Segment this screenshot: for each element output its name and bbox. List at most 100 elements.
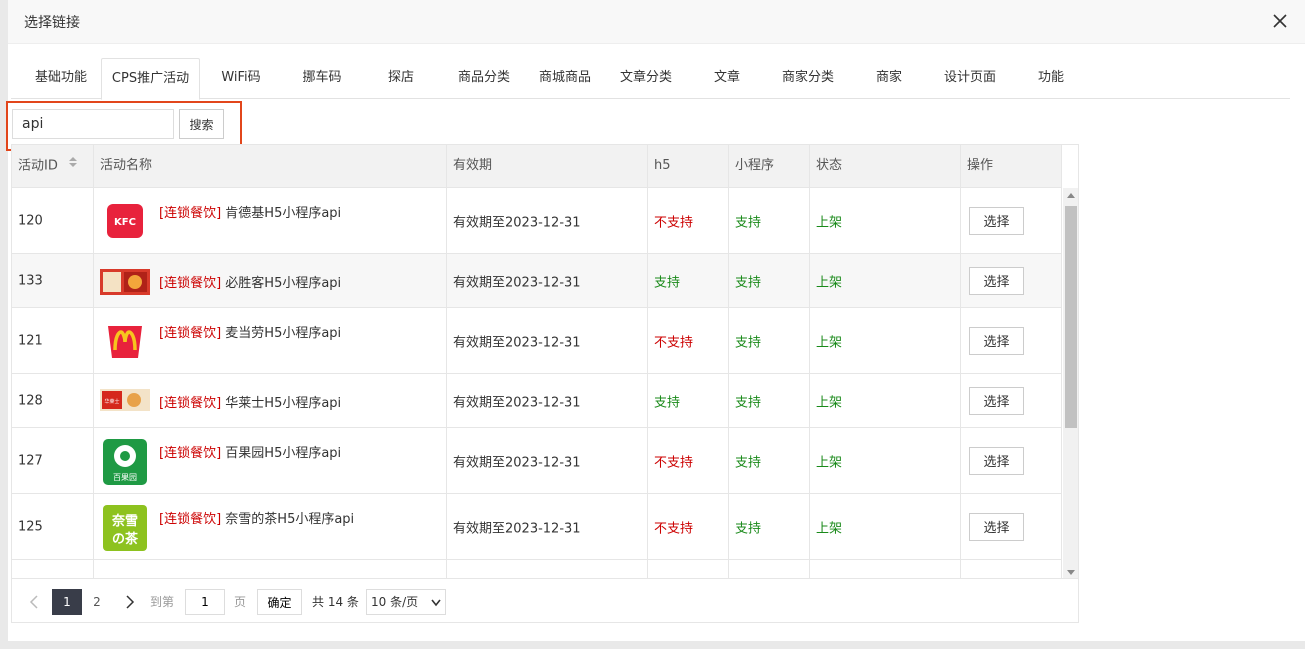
- mini-support: 支持: [735, 521, 762, 536]
- status-badge: 上架: [816, 215, 843, 230]
- svg-text:奈雪: 奈雪: [111, 513, 138, 529]
- mini-support: 支持: [735, 455, 762, 470]
- page-2[interactable]: 2: [82, 589, 112, 615]
- page-1[interactable]: 1: [52, 589, 82, 615]
- h5-support: 支持: [654, 395, 681, 410]
- activity-name: [连锁餐饮] 肯德基H5小程序api: [159, 206, 342, 221]
- header-id[interactable]: 活动ID: [12, 145, 94, 188]
- h5-support: 支持: [654, 275, 681, 290]
- activity-name: [连锁餐饮] 奈雪的茶H5小程序api: [159, 512, 355, 527]
- status-badge: 上架: [816, 455, 843, 470]
- tab-wifi[interactable]: WiFi码: [206, 58, 276, 99]
- per-page-select[interactable]: 10 条/页: [366, 589, 446, 615]
- validity: 有效期至2023-12-31: [453, 215, 581, 230]
- header-h5: h5: [648, 145, 729, 188]
- status-badge: 上架: [816, 335, 843, 350]
- mini-support: 支持: [735, 395, 762, 410]
- pizzahut-logo-icon: [100, 269, 150, 295]
- table-row: 121 [连锁餐饮] 麦当劳H5小程序api 有效期至2023-12-31 不支…: [12, 308, 1062, 374]
- tab-cps[interactable]: CPS推广活动: [101, 58, 200, 100]
- wallace-logo-icon: 华莱士: [100, 389, 150, 411]
- select-button[interactable]: 选择: [969, 326, 1024, 355]
- row-id: 128: [18, 393, 43, 408]
- table-row-partial: [12, 560, 1062, 578]
- h5-support: 不支持: [654, 455, 694, 470]
- header-action: 操作: [961, 145, 1062, 188]
- dialog-title: 选择链接: [24, 15, 80, 31]
- scroll-up-icon[interactable]: [1067, 193, 1075, 198]
- naixue-logo-icon: 奈雪 の茶: [103, 505, 147, 551]
- row-id: 125: [18, 519, 43, 534]
- close-icon[interactable]: [1269, 10, 1291, 32]
- select-button[interactable]: 选择: [969, 206, 1024, 235]
- next-page-icon[interactable]: [122, 589, 138, 615]
- status-badge: 上架: [816, 521, 843, 536]
- tab-move-car[interactable]: 挪车码: [286, 58, 358, 99]
- tab-basic[interactable]: 基础功能: [21, 58, 101, 99]
- pagination: 1 2 到第 页 确定 共 14 条 10 条/页: [11, 579, 1079, 623]
- select-button[interactable]: 选择: [969, 446, 1024, 475]
- scroll-down-icon[interactable]: [1067, 570, 1075, 575]
- h5-support: 不支持: [654, 215, 694, 230]
- tab-bar: 基础功能 CPS推广活动 WiFi码 挪车码 探店 商品分类 商城商品 文章分类…: [11, 58, 1290, 100]
- select-button[interactable]: 选择: [969, 266, 1024, 295]
- table-row: 120 KFC [连锁餐饮] 肯德基H5小程序api 有效期至2023-12-3…: [12, 188, 1062, 254]
- select-button[interactable]: 选择: [969, 386, 1024, 415]
- validity: 有效期至2023-12-31: [453, 455, 581, 470]
- validity: 有效期至2023-12-31: [453, 335, 581, 350]
- sort-icon[interactable]: [68, 145, 78, 187]
- tab-article[interactable]: 文章: [701, 58, 753, 99]
- row-id: 133: [18, 273, 43, 288]
- validity: 有效期至2023-12-31: [453, 521, 581, 536]
- status-badge: 上架: [816, 395, 843, 410]
- tab-function[interactable]: 功能: [1025, 58, 1077, 99]
- total-count: 共 14 条: [312, 595, 359, 609]
- svg-text:KFC: KFC: [114, 217, 136, 228]
- page-suffix: 页: [234, 595, 247, 609]
- tab-explore[interactable]: 探店: [371, 58, 431, 99]
- tab-goods-category[interactable]: 商品分类: [446, 58, 522, 99]
- tab-design-page[interactable]: 设计页面: [932, 58, 1008, 99]
- table-scrollbar[interactable]: [1063, 188, 1078, 578]
- prev-page-icon[interactable]: [26, 589, 42, 615]
- activity-name: [连锁餐饮] 华莱士H5小程序api: [159, 396, 342, 411]
- svg-text:百果园: 百果园: [113, 473, 137, 482]
- table-row: 127 百果园 [连锁餐饮] 百果园H5小程序api 有效期至2023-12-3…: [12, 428, 1062, 494]
- table-row: 133 [连锁餐饮] 必胜客H5小程序api 有效期至2023-12-31 支持…: [12, 254, 1062, 308]
- svg-text:华莱士: 华莱士: [104, 398, 119, 405]
- activity-name: [连锁餐饮] 百果园H5小程序api: [159, 446, 342, 461]
- table-row: 128 华莱士 [连锁餐饮] 华莱士H5小程序api 有效期至2023-12-3…: [12, 374, 1062, 428]
- dialog-header: 选择链接: [8, 0, 1305, 44]
- row-id: 120: [18, 213, 43, 228]
- activity-name: [连锁餐饮] 麦当劳H5小程序api: [159, 326, 342, 341]
- mini-support: 支持: [735, 215, 762, 230]
- validity: 有效期至2023-12-31: [453, 395, 581, 410]
- goto-page-input[interactable]: [185, 589, 225, 615]
- tab-merchant-category[interactable]: 商家分类: [770, 58, 846, 99]
- validity: 有效期至2023-12-31: [453, 275, 581, 290]
- header-validity: 有效期: [447, 145, 648, 188]
- row-id: 127: [18, 453, 43, 468]
- search-button[interactable]: 搜索: [179, 109, 224, 139]
- h5-support: 不支持: [654, 521, 694, 536]
- select-button[interactable]: 选择: [969, 512, 1024, 541]
- scroll-thumb[interactable]: [1065, 206, 1077, 428]
- h5-support: 不支持: [654, 335, 694, 350]
- tab-article-category[interactable]: 文章分类: [608, 58, 684, 99]
- header-mini-program: 小程序: [729, 145, 810, 188]
- header-name: 活动名称: [94, 145, 447, 188]
- status-badge: 上架: [816, 275, 843, 290]
- tab-mall-goods[interactable]: 商城商品: [527, 58, 603, 99]
- mcdonalds-logo-icon: [108, 326, 142, 358]
- tab-merchant[interactable]: 商家: [863, 58, 915, 99]
- header-status: 状态: [810, 145, 961, 188]
- table-header: 活动ID 活动名称 有效期 h5 小程序 状态 操作: [12, 145, 1062, 188]
- search-input[interactable]: [12, 109, 174, 139]
- goto-label: 到第: [150, 595, 175, 609]
- pagoda-logo-icon: 百果园: [103, 439, 147, 485]
- mini-support: 支持: [735, 275, 762, 290]
- activity-name: [连锁餐饮] 必胜客H5小程序api: [159, 276, 342, 291]
- mini-support: 支持: [735, 335, 762, 350]
- confirm-button[interactable]: 确定: [257, 589, 302, 615]
- svg-text:の茶: の茶: [112, 531, 139, 547]
